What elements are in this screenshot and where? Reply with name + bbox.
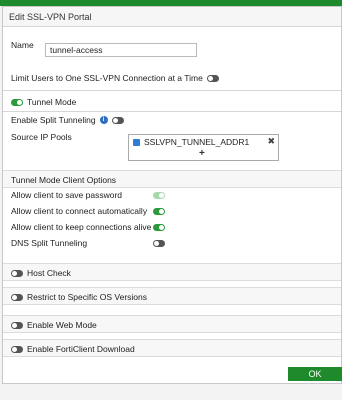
restrict-os-row: Restrict to Specific OS Versions <box>11 292 147 302</box>
source-ip-pools-box[interactable]: SSLVPN_TUNNEL_ADDR1 ✖ + <box>128 134 279 161</box>
limit-users-label: Limit Users to One SSL-VPN Connection at… <box>11 73 203 83</box>
forticlient-download-toggle[interactable] <box>11 345 23 353</box>
limit-users-row: Limit Users to One SSL-VPN Connection at… <box>11 73 219 83</box>
name-label: Name <box>11 40 34 50</box>
restrict-os-label: Restrict to Specific OS Versions <box>27 292 147 302</box>
limit-users-toggle[interactable] <box>206 74 219 82</box>
client-option-row: DNS Split Tunneling <box>11 238 165 248</box>
web-mode-toggle[interactable] <box>11 321 23 329</box>
info-icon[interactable]: i <box>99 116 108 124</box>
address-icon <box>133 139 140 146</box>
split-tunneling-label: Enable Split Tunneling <box>11 115 96 125</box>
split-tunneling-toggle[interactable] <box>111 116 124 124</box>
client-option-row: Allow client to save password <box>11 190 165 200</box>
web-mode-section: Enable Web Mode <box>3 315 341 333</box>
add-pool-button[interactable]: + <box>199 148 205 159</box>
pool-item-label: SSLVPN_TUNNEL_ADDR1 <box>144 137 250 147</box>
keep-alive-toggle[interactable] <box>153 223 165 231</box>
web-mode-label: Enable Web Mode <box>27 320 97 330</box>
source-ip-pools-row: Source IP Pools <box>11 132 72 142</box>
tunnel-mode-toggle[interactable] <box>11 98 23 106</box>
client-option-row: Allow client to connect automatically <box>11 206 165 216</box>
tunnel-mode-row: Tunnel Mode <box>11 97 76 107</box>
client-options-header: Tunnel Mode Client Options <box>3 170 341 188</box>
tunnel-mode-divider <box>3 90 341 91</box>
save-password-toggle <box>153 191 165 199</box>
dialog-title: Edit SSL-VPN Portal <box>3 7 341 27</box>
host-check-toggle[interactable] <box>11 269 23 277</box>
save-password-label: Allow client to save password <box>11 190 123 200</box>
forticlient-download-section: Enable FortiClient Download <box>3 339 341 357</box>
tunnel-mode-inner-divider <box>3 111 341 112</box>
edit-ssl-vpn-portal-dialog: Edit SSL-VPN Portal Name Limit Users to … <box>2 6 342 384</box>
client-option-row: Allow client to keep connections alive <box>11 222 165 232</box>
name-row: Name <box>11 40 34 50</box>
ok-button[interactable]: OK <box>288 367 342 381</box>
keep-alive-label: Allow client to keep connections alive <box>11 222 152 232</box>
name-input[interactable] <box>45 43 197 57</box>
restrict-os-section: Restrict to Specific OS Versions <box>3 287 341 305</box>
dialog-footer <box>2 384 342 400</box>
dns-split-tunneling-toggle[interactable] <box>153 239 165 247</box>
web-mode-row: Enable Web Mode <box>11 320 97 330</box>
connect-automatically-toggle[interactable] <box>153 207 165 215</box>
forticlient-download-label: Enable FortiClient Download <box>27 344 135 354</box>
remove-pool-icon[interactable]: ✖ <box>267 136 275 147</box>
dns-split-tunneling-label: DNS Split Tunneling <box>11 238 88 248</box>
source-ip-pools-label: Source IP Pools <box>11 132 72 142</box>
host-check-label: Host Check <box>27 268 71 278</box>
split-tunneling-row: Enable Split Tunneling i <box>11 115 124 125</box>
connect-automatically-label: Allow client to connect automatically <box>11 206 148 216</box>
tunnel-mode-label: Tunnel Mode <box>27 97 77 107</box>
restrict-os-toggle[interactable] <box>11 293 23 301</box>
client-options-title: Tunnel Mode Client Options <box>11 175 117 185</box>
host-check-row: Host Check <box>11 268 71 278</box>
forticlient-download-row: Enable FortiClient Download <box>11 344 135 354</box>
host-check-section: Host Check <box>3 263 341 281</box>
